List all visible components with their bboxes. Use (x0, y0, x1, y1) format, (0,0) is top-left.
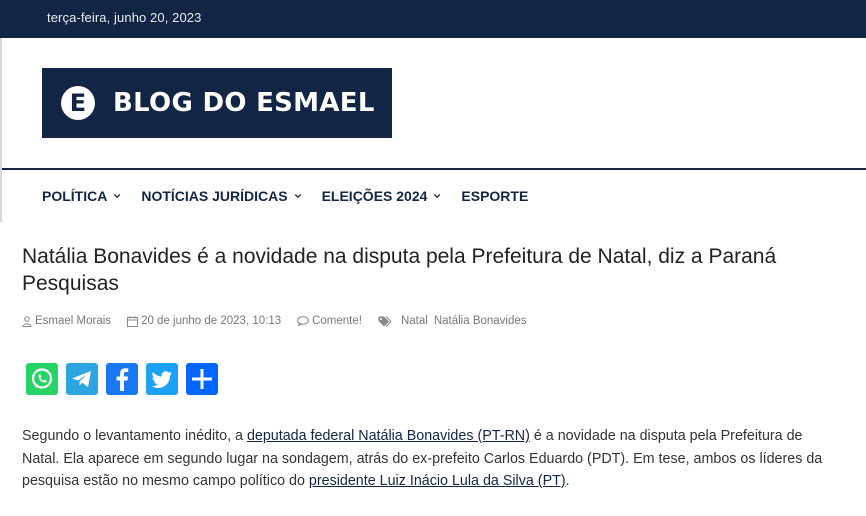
author[interactable]: Esmael Morais (22, 315, 111, 327)
whatsapp-share-button[interactable] (26, 363, 58, 395)
telegram-icon (66, 363, 98, 395)
comments-link[interactable]: Comente! (297, 315, 362, 327)
facebook-share-button[interactable] (106, 363, 138, 395)
share-buttons (26, 363, 226, 395)
share-icon (186, 363, 218, 395)
nav-item-eleicoes-2024[interactable]: ELEIÇÕES 2024 (322, 188, 442, 204)
nav-item-politica[interactable]: POLÍTICA (42, 188, 121, 204)
nav-item-noticias-juridicas[interactable]: NOTÍCIAS JURÍDICAS (141, 188, 301, 204)
tags: Natal Natália Bonavides (378, 315, 533, 327)
twitter-share-button[interactable] (146, 363, 178, 395)
top-bar: terça-feira, junho 20, 2023 (0, 0, 866, 38)
whatsapp-icon (26, 363, 58, 395)
tag-icon (378, 315, 392, 327)
telegram-share-button[interactable] (66, 363, 98, 395)
site-logo[interactable]: E BLOG DO ESMAEL (42, 68, 392, 138)
chevron-down-icon (114, 193, 121, 199)
share-more-button[interactable] (186, 363, 218, 395)
user-icon (22, 315, 32, 327)
facebook-icon (106, 363, 138, 395)
nav-divider (2, 168, 866, 170)
nav-item-esporte[interactable]: ESPORTE (461, 188, 528, 204)
comment-icon (297, 316, 309, 326)
article-title: Natália Bonavides é a novidade na disput… (22, 245, 777, 295)
logo-text: BLOG DO ESMAEL (113, 88, 375, 118)
logo-badge-icon: E (61, 86, 95, 120)
article-meta: Esmael Morais 20 de junho de 2023, 10:13… (22, 315, 549, 327)
article-body: Segundo o levantamento inédito, a deputa… (22, 428, 823, 489)
current-date: terça-feira, junho 20, 2023 (47, 10, 202, 25)
chevron-down-icon (434, 193, 441, 199)
link-natalia-bonavides[interactable]: deputada federal Natália Bonavides (PT-R… (247, 428, 530, 444)
tag-link[interactable]: Natália Bonavides (434, 315, 527, 327)
main-navigation: POLÍTICA NOTÍCIAS JURÍDICAS ELEIÇÕES 202… (42, 186, 548, 206)
publish-date: 20 de junho de 2023, 10:13 (127, 315, 281, 327)
calendar-icon (127, 315, 139, 327)
link-lula[interactable]: presidente Luiz Inácio Lula da Silva (PT… (309, 473, 566, 489)
twitter-icon (146, 363, 178, 395)
chevron-down-icon (294, 193, 301, 199)
tag-link[interactable]: Natal (401, 315, 428, 327)
